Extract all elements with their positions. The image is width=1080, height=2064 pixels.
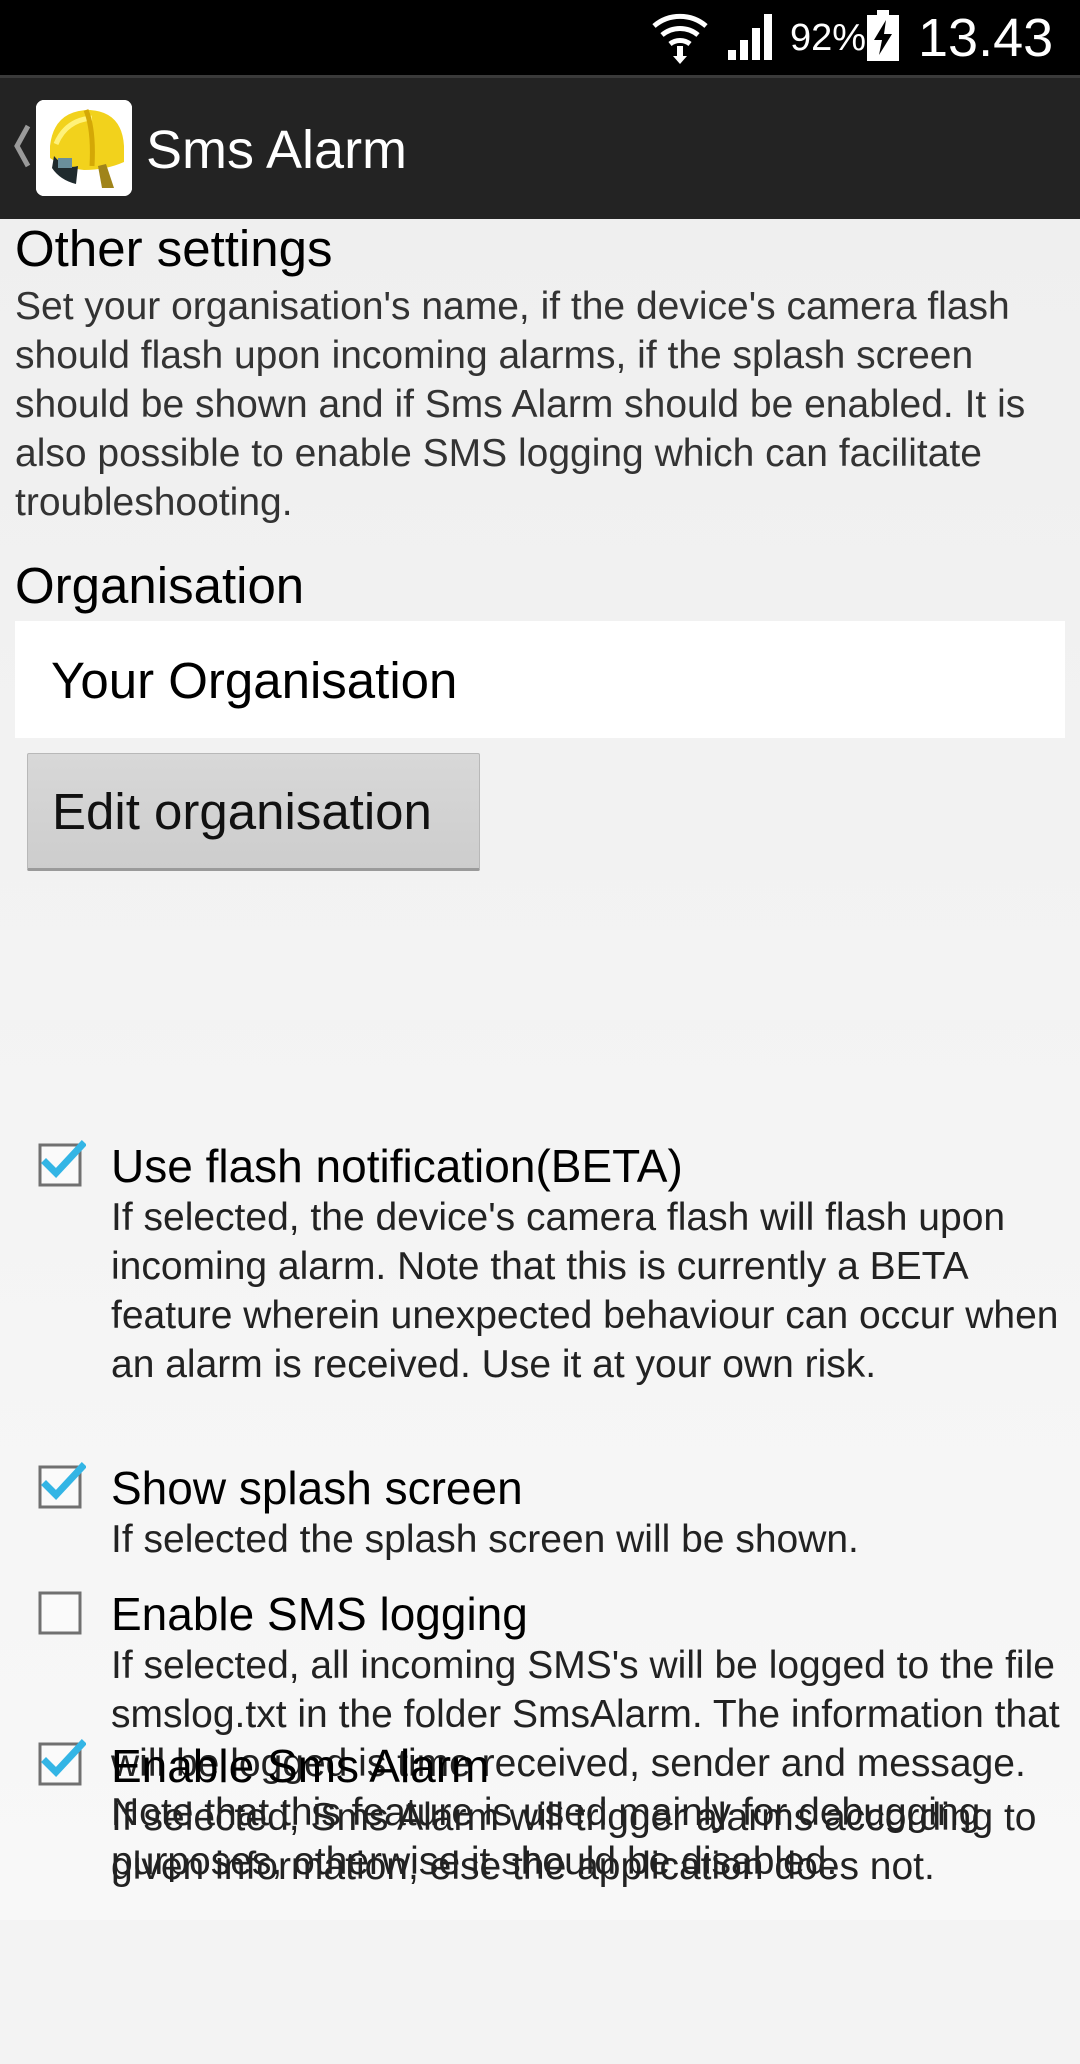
settings-content: Other settings Set your organisation's n… [0, 219, 1080, 1920]
pref-enable-sms-alarm-visible[interactable]: Enable Sms Alarm If selected, Sms Alarm … [0, 1735, 1080, 1920]
pref-show-splash-screen[interactable]: Show splash screen If selected the splas… [0, 1241, 1080, 1561]
battery-charging-icon [867, 10, 899, 61]
checkbox-checked-icon[interactable] [38, 1738, 86, 1786]
organisation-value: Your Organisation [51, 652, 458, 709]
firefighter-helmet-icon[interactable] [36, 100, 132, 196]
pref-title: Use flash notification(BETA) [111, 1140, 683, 1192]
pref-flash-notification[interactable]: Use flash notification(BETA) If selected… [0, 919, 1080, 1386]
checkbox-unchecked-icon[interactable] [38, 1587, 86, 1635]
action-bar: Sms Alarm [0, 75, 1080, 219]
edit-organisation-button[interactable]: Edit organisation [27, 753, 480, 871]
chevron-left-icon[interactable] [12, 122, 32, 170]
battery-percent: 92% [790, 17, 867, 59]
status-bar: 92% 13.43 [0, 0, 1080, 75]
checkbox-checked-icon[interactable] [38, 1139, 86, 1187]
wifi-icon [652, 13, 708, 64]
organisation-heading: Organisation [15, 557, 305, 614]
edit-organisation-label: Edit organisation [52, 783, 432, 840]
other-settings-heading: Other settings [15, 220, 333, 277]
other-settings-description: Set your organisation's name, if the dev… [15, 285, 1026, 524]
organisation-field: Your Organisation [15, 621, 1065, 738]
pref-summary: If selected, Sms Alarm will trigger alar… [111, 1796, 1037, 1888]
signal-icon [728, 14, 772, 60]
app-title: Sms Alarm [146, 120, 408, 180]
pref-title: Enable SMS logging [111, 1588, 528, 1640]
pref-enable-sms-logging[interactable]: Enable SMS logging If selected, all inco… [0, 1367, 1080, 1883]
clock: 13.43 [918, 8, 1054, 68]
pref-title: Enable Sms Alarm [111, 1740, 490, 1792]
